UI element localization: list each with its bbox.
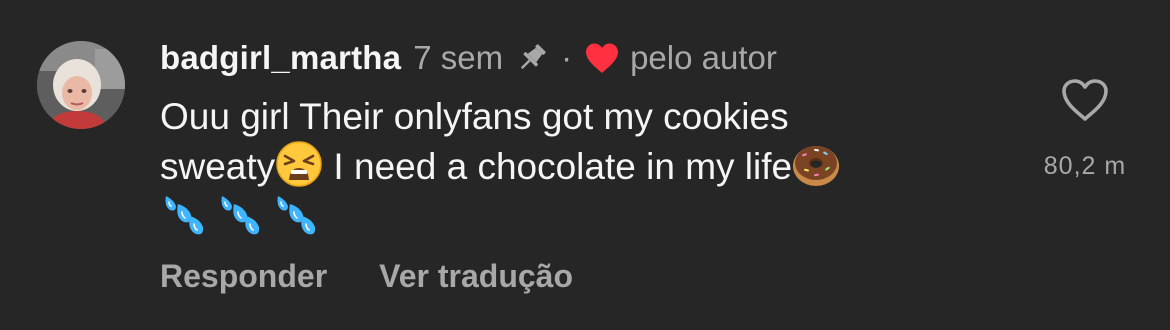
like-column: 80,2 m [1030, 78, 1140, 181]
avatar[interactable] [37, 41, 125, 129]
liked-by-author-label: pelo autor [630, 39, 777, 76]
comment-actions: Responder Ver tradução [160, 258, 573, 295]
comment-item: badgirl_martha 7 sem · pelo autor Ouu gi… [0, 0, 1170, 330]
doughnut-emoji [792, 140, 840, 188]
timestamp: 7 sem [413, 39, 504, 76]
comment-text: Ouu girl Their onlyfans got my cookies s… [160, 94, 980, 240]
heart-outline-icon[interactable] [1060, 78, 1110, 122]
comment-text-line1: Ouu girl Their onlyfans got my cookies [160, 96, 789, 137]
username[interactable]: badgirl_martha [160, 39, 401, 77]
like-count[interactable]: 80,2 m [1030, 152, 1140, 181]
weary-face-emoji [275, 140, 323, 188]
separator-dot: · [561, 39, 573, 76]
author-heart-icon [584, 42, 620, 74]
sweat-droplets-emoji [160, 190, 208, 238]
reply-button[interactable]: Responder [160, 258, 327, 295]
pin-icon [515, 41, 549, 75]
see-translation-button[interactable]: Ver tradução [379, 258, 573, 295]
sweat-droplets-emoji [272, 190, 320, 238]
sweat-droplets-emoji [216, 190, 264, 238]
comment-text-line2a: sweaty [160, 146, 276, 187]
comment-header: badgirl_martha 7 sem · pelo autor [160, 36, 777, 80]
comment-text-line2b: I need a chocolate in my life [323, 146, 793, 187]
